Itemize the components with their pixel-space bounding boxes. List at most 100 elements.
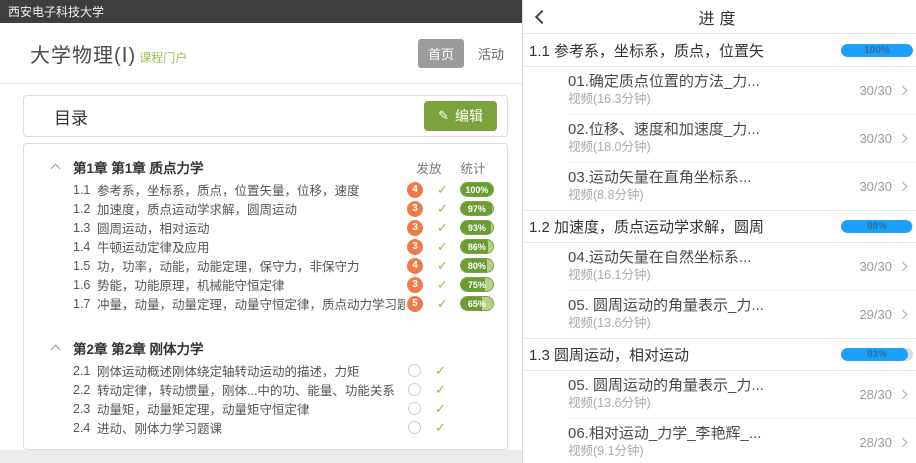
section-title: 牛顿运动定律及应用 — [97, 237, 210, 256]
stats-progress-pill: 65% — [460, 296, 494, 311]
item-progress-count: 30/30 — [859, 131, 892, 146]
progress-item-row[interactable]: 06.相对运动_力学_李艳辉_... 视频(9.1分钟) 28/30 — [568, 419, 916, 463]
resource-count-badge: 3 — [407, 239, 423, 255]
toc-section-row[interactable]: 1.6 势能，功能原理，机械能守恒定律 3 ✓ 75% — [50, 275, 493, 294]
section-title: 冲量，动量，动量定理，动量守恒定律，质点动力学习题课 — [97, 294, 405, 313]
item-title: 05. 圆周运动的角量表示_力... — [568, 378, 851, 394]
section-badges: 3 ✓ 97% — [405, 201, 493, 217]
item-meta: 视频(13.6分钟) — [568, 396, 851, 411]
section-number: 1.6 — [73, 278, 97, 292]
progress-item-row[interactable]: 05. 圆周运动的角量表示_力... 视频(13.6分钟) 28/30 — [568, 371, 916, 419]
stats-progress-label: 86% — [461, 240, 493, 253]
item-meta: 视频(13.6分钟) — [568, 316, 851, 331]
section-title: 参考系，坐标系，质点，位置矢量，位移，速度 — [97, 180, 360, 199]
chapter-title: 第1章 第1章 质点力学 — [73, 157, 204, 177]
check-icon: ✓ — [437, 220, 448, 236]
item-right: 28/30 — [859, 435, 906, 450]
chapter-header-row[interactable]: 第2章 第2章 刚体力学 — [50, 335, 493, 361]
toc-area: 目录 ✎ 编辑 第1章 第1章 质点力学 发放 统计 1.1 参考系，坐标系，质… — [0, 84, 522, 450]
item-meta: 视频(16.1分钟) — [568, 268, 851, 283]
item-right: 30/30 — [859, 131, 906, 146]
progress-item-row[interactable]: 05. 圆周运动的角量表示_力... 视频(13.6分钟) 29/30 — [568, 291, 916, 338]
section-number: 1.2 — [73, 202, 97, 216]
section-number: 1.4 — [73, 240, 97, 254]
stats-progress-label: 75% — [461, 278, 493, 291]
toc-section-row[interactable]: 1.5 功，功率，动能，动能定理，保守力，非保守力 4 ✓ 80% — [50, 256, 493, 275]
section-number: 2.1 — [73, 364, 97, 378]
progress-item-row[interactable]: 02.位移、速度和加速度_力... 视频(18.0分钟) 30/30 — [568, 115, 916, 163]
chevron-right-icon — [898, 182, 908, 192]
toc-section-row[interactable]: 2.1 刚体运动概述刚体绕定轴转动运动的描述，力矩 ✓ — [50, 361, 493, 380]
section-badges: ✓ — [405, 401, 493, 417]
item-meta: 视频(16.3分钟) — [568, 92, 851, 107]
section-badges: ✓ — [405, 363, 493, 379]
resource-count-badge: 3 — [407, 220, 423, 236]
section-badges: 3 ✓ 86% — [405, 239, 493, 255]
progress-section-title: 1.2 加速度，质点运动学求解，圆周 — [529, 216, 764, 237]
check-icon: ✓ — [435, 420, 446, 436]
chapter-header-row[interactable]: 第1章 第1章 质点力学 发放 统计 — [50, 154, 493, 180]
section-badges: 3 ✓ 75% — [405, 277, 493, 293]
empty-circle-icon — [408, 402, 421, 415]
item-main: 03.运动矢量在直角坐标系... 视频(8.8分钟) — [568, 170, 851, 203]
app-root: 西安电子科技大学 大学物理(Ⅰ) 课程门户 首页 活动 目录 ✎ 编辑 第1章 … — [0, 0, 916, 463]
section-list: 1.1 参考系，坐标系，质点，位置矢量，位移，速度 4 ✓ 100% 1.2 加… — [50, 180, 493, 313]
toc-section-row[interactable]: 2.2 转动定律，转动惯量，刚体...中的功、能量、功能关系 ✓ — [50, 380, 493, 399]
toc-chapter: 第1章 第1章 质点力学 发放 统计 1.1 参考系，坐标系，质点，位置矢量，位… — [50, 154, 493, 313]
item-progress-count: 30/30 — [859, 259, 892, 274]
section-progress-bar: 100% — [841, 44, 913, 57]
progress-section-header[interactable]: 1.2 加速度，质点运动学求解，圆周 98% — [523, 210, 916, 243]
chevron-right-icon — [898, 390, 908, 400]
section-progress-bar: 98% — [841, 220, 913, 233]
section-badges: ✓ — [405, 382, 493, 398]
progress-section-title: 1.1 参考系，坐标系，质点，位置矢 — [529, 40, 764, 61]
course-portal-page: 西安电子科技大学 大学物理(Ⅰ) 课程门户 首页 活动 目录 ✎ 编辑 第1章 … — [0, 0, 522, 463]
stats-progress-label: 65% — [461, 297, 493, 310]
stats-progress-pill: 80% — [460, 258, 494, 273]
page-bottom-strip — [0, 450, 522, 463]
section-title: 功，功率，动能，动能定理，保守力，非保守力 — [97, 256, 360, 275]
section-number: 1.7 — [73, 297, 97, 311]
check-icon: ✓ — [437, 201, 448, 217]
edit-button-label: 编辑 — [455, 106, 483, 126]
progress-section-header[interactable]: 1.3 圆周运动，相对运动 93% — [523, 338, 916, 371]
item-progress-count: 28/30 — [859, 435, 892, 450]
item-main: 06.相对运动_力学_李艳辉_... 视频(9.1分钟) — [568, 426, 851, 459]
item-right: 30/30 — [859, 259, 906, 274]
toc-section-row[interactable]: 1.7 冲量，动量，动量定理，动量守恒定律，质点动力学习题课 5 ✓ 65% — [50, 294, 493, 313]
stats-progress-label: 97% — [461, 202, 493, 215]
item-title: 06.相对运动_力学_李艳辉_... — [568, 426, 851, 442]
section-progress-bar: 93% — [841, 348, 913, 361]
university-topbar: 西安电子科技大学 — [0, 0, 522, 23]
progress-group: 1.2 加速度，质点运动学求解，圆周 98% 04.运动矢量在自然坐标系... … — [523, 210, 916, 338]
nav-activity-link[interactable]: 活动 — [478, 44, 504, 63]
progress-section-header[interactable]: 1.1 参考系，坐标系，质点，位置矢 100% — [523, 34, 916, 67]
item-main: 05. 圆周运动的角量表示_力... 视频(13.6分钟) — [568, 378, 851, 411]
section-title: 动量矩，动量矩定理，动量矩守恒定律 — [97, 399, 310, 418]
stats-progress-pill: 86% — [460, 239, 494, 254]
section-badges: 4 ✓ 80% — [405, 258, 493, 274]
pencil-icon: ✎ — [438, 108, 449, 124]
nav-home-button[interactable]: 首页 — [418, 39, 464, 68]
item-right: 30/30 — [859, 83, 906, 98]
toc-section-row[interactable]: 1.2 加速度，质点运动学求解，圆周运动 3 ✓ 97% — [50, 199, 493, 218]
item-meta: 视频(18.0分钟) — [568, 140, 851, 155]
column-header-stats: 统计 — [453, 158, 493, 177]
course-subtitle: 课程门户 — [139, 49, 187, 66]
section-number: 1.5 — [73, 259, 97, 273]
progress-item-row[interactable]: 01.确定质点位置的方法_力... 视频(16.3分钟) 30/30 — [568, 67, 916, 115]
resource-count-badge: 3 — [407, 201, 423, 217]
chevron-right-icon — [898, 262, 908, 272]
progress-item-row[interactable]: 03.运动矢量在直角坐标系... 视频(8.8分钟) 30/30 — [568, 163, 916, 210]
section-list: 2.1 刚体运动概述刚体绕定轴转动运动的描述，力矩 ✓ 2.2 转动定律，转动惯… — [50, 361, 493, 437]
toc-section-row[interactable]: 1.1 参考系，坐标系，质点，位置矢量，位移，速度 4 ✓ 100% — [50, 180, 493, 199]
section-number: 1.3 — [73, 221, 97, 235]
toc-section-row[interactable]: 1.4 牛顿运动定律及应用 3 ✓ 86% — [50, 237, 493, 256]
section-number: 2.2 — [73, 383, 97, 397]
toc-section-row[interactable]: 2.3 动量矩，动量矩定理，动量矩守恒定律 ✓ — [50, 399, 493, 418]
toc-section-row[interactable]: 2.4 进动、刚体力学习题课 ✓ — [50, 418, 493, 437]
progress-item-row[interactable]: 04.运动矢量在自然坐标系... 视频(16.1分钟) 30/30 — [568, 243, 916, 291]
toc-section-row[interactable]: 1.3 圆周运动，相对运动 3 ✓ 93% — [50, 218, 493, 237]
stats-progress-label: 100% — [461, 183, 493, 196]
edit-button[interactable]: ✎ 编辑 — [424, 101, 497, 131]
